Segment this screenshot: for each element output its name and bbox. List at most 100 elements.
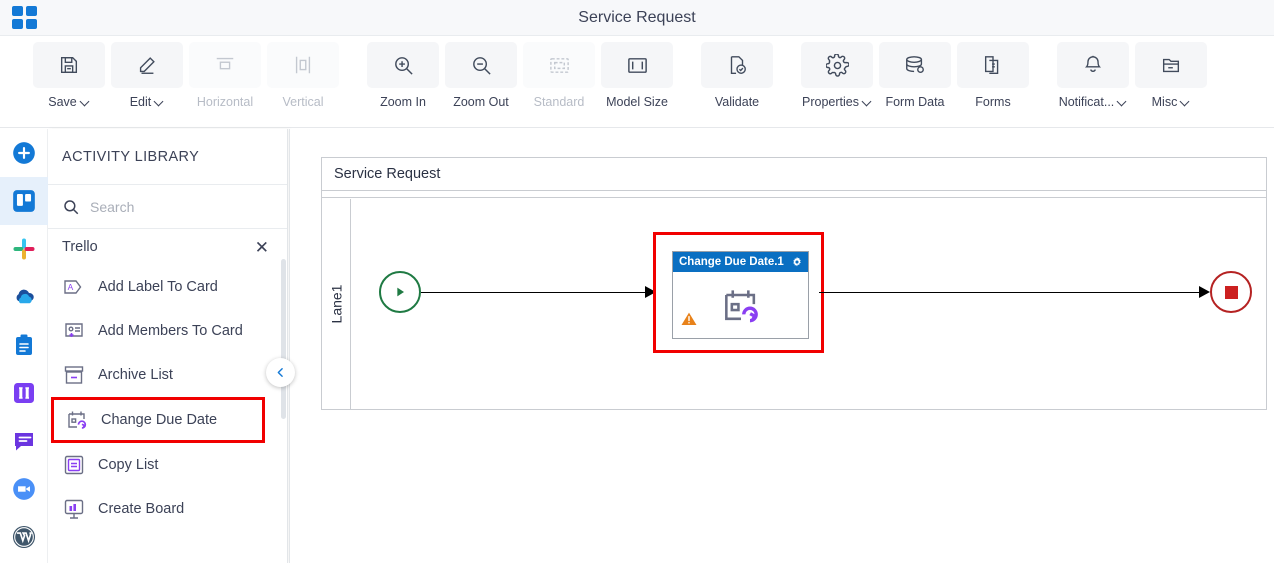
sequence-flow-2[interactable] [819,292,1205,293]
task-selection-highlight[interactable]: Change Due Date.1 [653,232,824,353]
search-row[interactable] [48,185,287,229]
vertical-button[interactable]: Vertical [264,42,342,120]
chevron-down-icon[interactable] [1181,97,1190,106]
chevron-left-icon [277,368,283,377]
archive-box-icon [64,366,84,384]
gear-icon[interactable] [791,256,803,268]
zoom-in-icon [367,42,439,88]
forms-button[interactable]: Forms [954,42,1032,120]
rail-item-trello[interactable] [0,177,48,225]
rail-item-jira[interactable] [0,369,48,417]
document-icon [957,42,1029,88]
task-body [673,272,808,339]
forms-label: Forms [975,95,1011,109]
properties-label: Properties [802,95,859,109]
misc-button[interactable]: Misc [1132,42,1210,120]
gear-icon [801,42,873,88]
activity-change-due-date[interactable]: Change Due Date [51,397,265,443]
zoom-out-label: Zoom Out [453,95,509,109]
activity-create-board[interactable]: Create Board [48,487,287,531]
calendar-refresh-icon [68,411,87,429]
close-icon[interactable]: ✕ [255,239,269,256]
chevron-down-icon[interactable] [863,97,872,106]
model-size-label: Model Size [606,95,668,109]
activity-archive-list[interactable]: Archive List [48,353,287,397]
form-data-label: Form Data [885,95,945,109]
validate-label: Validate [714,95,760,109]
model-size-button[interactable]: Model Size [598,42,676,120]
rail-item-asana[interactable] [0,321,48,369]
database-icon [879,42,951,88]
misc-label: Misc [1151,95,1178,109]
rail-item-slack[interactable] [0,225,48,273]
process-pool[interactable]: Service Request Lane1 Change Due Date.1 [321,157,1267,410]
play-triangle-icon [397,287,404,297]
activity-label: Copy List [98,456,159,473]
activity-library-panel: ACTIVITY LIBRARY Trello ✕ A Add Label To… [48,129,288,563]
vertical-label: Vertical [282,95,324,109]
chevron-down-icon[interactable] [155,97,164,106]
collapse-panel-button[interactable] [266,358,295,387]
zoom-in-button[interactable]: Zoom In [364,42,442,120]
lane[interactable]: Lane1 Change Due Date.1 [322,199,1266,409]
end-event[interactable] [1210,271,1252,313]
rail-item-onedrive[interactable] [0,273,48,321]
start-event[interactable] [379,271,421,313]
task-change-due-date[interactable]: Change Due Date.1 [672,251,809,339]
diagram-canvas[interactable]: Service Request Lane1 Change Due Date.1 [289,129,1274,563]
standard-label: Standard [533,95,585,109]
chat-bubble-icon [15,433,33,451]
activity-list: A Add Label To Card Add Members To Card … [48,265,287,531]
save-button[interactable]: Save [30,42,108,120]
notifications-button[interactable]: Notificat... [1054,42,1132,120]
activity-add-label-to-card[interactable]: A Add Label To Card [48,265,287,309]
search-input[interactable] [90,198,260,215]
jira-columns-icon [14,383,34,403]
activity-library-heading: ACTIVITY LIBRARY [48,129,287,185]
copy-list-icon [64,455,84,475]
pool-header-divider [322,191,1266,198]
rail-item-wordpress[interactable] [0,513,48,561]
warning-triangle-icon [681,312,697,325]
validate-document-icon [701,42,773,88]
plus-circle-icon [13,142,35,164]
slack-icon [13,238,35,260]
pool-title: Service Request [322,158,1266,191]
rail-item-zoom[interactable] [0,465,48,513]
rail-item-chat[interactable] [0,417,48,465]
toolbar: Save Edit Horizontal Vertical Zoom In Zo… [0,36,1274,128]
lane-body[interactable]: Change Due Date.1 [351,199,1266,409]
properties-button[interactable]: Properties [798,42,876,120]
search-icon [64,199,79,214]
activity-add-members-to-card[interactable]: Add Members To Card [48,309,287,353]
member-add-icon [65,323,83,337]
svg-text:A: A [68,282,74,292]
bell-icon [1057,42,1129,88]
sequence-flow-1[interactable] [421,292,645,293]
activity-label: Change Due Date [101,411,218,428]
title-bar: Service Request [0,0,1274,36]
rail-item-add-connector[interactable] [0,129,48,177]
edit-label: Edit [129,95,152,109]
activity-label: Archive List [98,366,173,383]
video-camera-icon [13,478,35,500]
calendar-refresh-icon [725,290,758,323]
activity-copy-list[interactable]: Copy List [48,443,287,487]
activity-group-name: Trello [62,239,98,255]
align-horizontal-icon [189,42,261,88]
page-title: Service Request [578,9,696,26]
zoom-out-button[interactable]: Zoom Out [442,42,520,120]
edit-button[interactable]: Edit [108,42,186,120]
chevron-down-icon[interactable] [1118,97,1127,106]
pencil-icon [111,42,183,88]
lane-label-text: Lane1 [328,284,344,324]
fit-model-size-icon [601,42,673,88]
form-data-button[interactable]: Form Data [876,42,954,120]
activity-group-header: Trello ✕ [48,229,287,265]
horizontal-button[interactable]: Horizontal [186,42,264,120]
fit-standard-icon [523,42,595,88]
validate-button[interactable]: Validate [698,42,776,120]
panel-scrollbar[interactable] [281,259,286,419]
standard-button[interactable]: Standard [520,42,598,120]
chevron-down-icon[interactable] [81,97,90,106]
